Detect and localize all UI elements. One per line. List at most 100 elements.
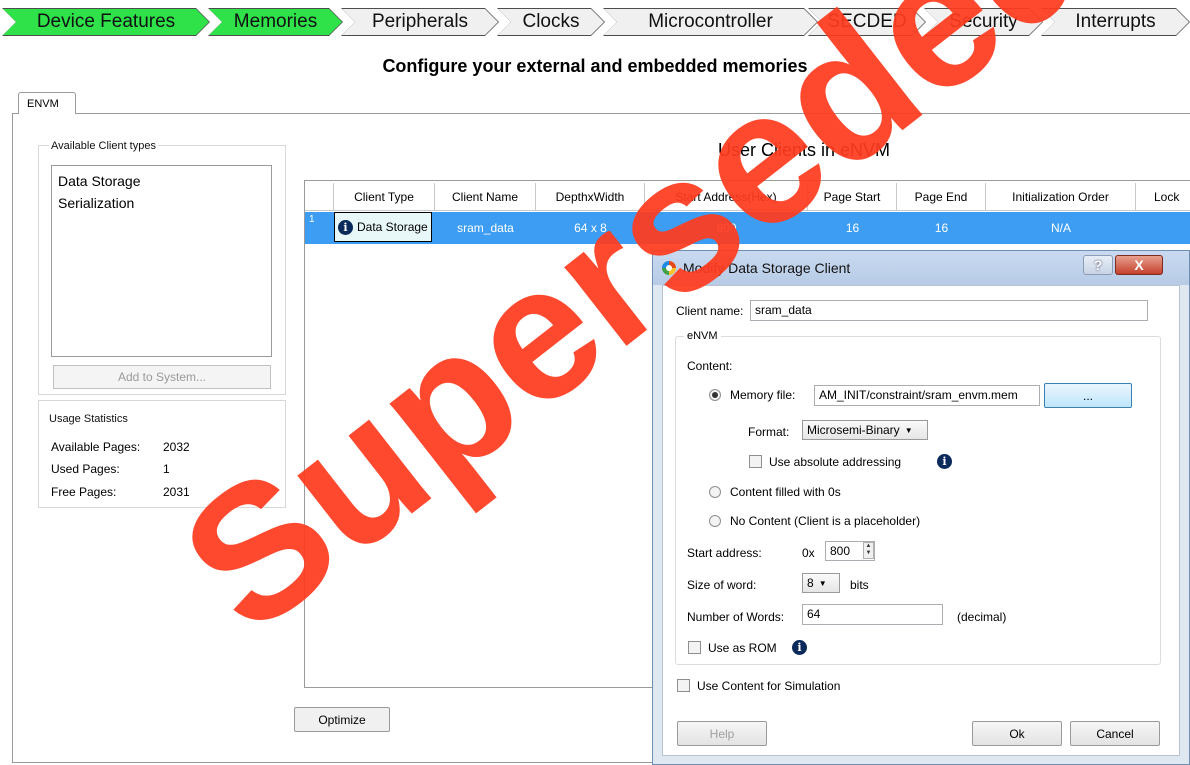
num-words-field[interactable]: 64	[802, 604, 943, 625]
start-address-spinner[interactable]: ▲ ▼	[863, 542, 874, 559]
memory-file-label: Memory file:	[730, 388, 796, 402]
column-header[interactable]: Start Address(Hex)	[645, 183, 808, 211]
dropdown-caret-icon: ▼	[818, 578, 827, 588]
cancel-button[interactable]: Cancel	[1070, 721, 1160, 746]
client-name-cell[interactable]: sram_data	[435, 212, 536, 244]
stat-value: 1	[163, 462, 170, 476]
close-button[interactable]: X	[1115, 255, 1163, 275]
word-size-label: Size of word:	[687, 578, 757, 592]
start-address-cell[interactable]: 800	[645, 212, 808, 244]
client-type-item[interactable]: Data Storage	[58, 170, 265, 192]
tab-envm[interactable]: ENVM	[18, 92, 76, 114]
add-to-system-button[interactable]: Add to System...	[53, 365, 271, 389]
word-size-select[interactable]: 8 ▼	[802, 573, 840, 593]
step-label: Peripherals	[342, 9, 498, 35]
ok-button[interactable]: Ok	[972, 721, 1062, 746]
step-label: Interrupts	[1042, 9, 1189, 35]
step-interrupts[interactable]: Interrupts	[1041, 8, 1190, 36]
page-start-cell[interactable]: 16	[808, 212, 897, 244]
info-icon: i	[338, 219, 353, 235]
step-label: Clocks	[498, 9, 604, 35]
stat-label: Used Pages:	[51, 462, 120, 476]
client-type-list[interactable]: Data Storage Serialization	[51, 165, 272, 357]
no-content-radio[interactable]	[709, 515, 721, 527]
word-size-unit: bits	[850, 578, 869, 592]
step-microcontroller[interactable]: Microcontroller	[603, 8, 818, 36]
column-header[interactable]: Initialization Order	[986, 183, 1136, 211]
table-corner	[305, 183, 334, 211]
step-label: SECDED	[809, 9, 925, 35]
dialog-title: Modify Data Storage Client	[683, 260, 851, 276]
step-device-features[interactable]: Device Features	[2, 8, 210, 36]
available-clients-title: Available Client types	[49, 140, 158, 152]
step-label: Device Features	[3, 9, 209, 35]
memory-file-field[interactable]: AM_INIT/constraint/sram_envm.mem	[814, 385, 1040, 406]
column-header[interactable]: DepthxWidth	[536, 183, 645, 211]
usage-statistics-title: Usage Statistics	[49, 413, 128, 425]
absolute-addressing-checkbox[interactable]	[749, 455, 762, 468]
format-label: Format:	[748, 425, 790, 439]
client-type-cell[interactable]: i Data Storage	[334, 212, 432, 242]
use-as-rom-checkbox[interactable]	[688, 641, 701, 654]
step-security[interactable]: Security	[924, 8, 1043, 36]
format-select[interactable]: Microsemi-Binary ▼	[802, 420, 928, 440]
zeros-label: Content filled with 0s	[730, 485, 841, 499]
stat-used-pages: Used Pages: 1	[51, 462, 170, 476]
info-icon[interactable]: i	[937, 454, 952, 469]
start-address-label: Start address:	[687, 546, 762, 560]
stat-label: Available Pages:	[51, 440, 141, 454]
step-memories[interactable]: Memories	[208, 8, 343, 36]
absolute-addressing-label: Use absolute addressing	[769, 455, 902, 469]
num-words-label: Number of Words:	[687, 610, 785, 624]
content-label: Content:	[687, 359, 733, 373]
simulation-checkbox[interactable]	[677, 679, 690, 692]
envm-group-title: eNVM	[684, 330, 721, 342]
step-clocks[interactable]: Clocks	[497, 8, 605, 36]
client-name-field[interactable]: sram_data	[750, 300, 1148, 321]
step-peripherals[interactable]: Peripherals	[341, 8, 499, 36]
zeros-radio[interactable]	[709, 486, 721, 498]
optimize-button[interactable]: Optimize	[294, 707, 390, 732]
no-content-label: No Content (Client is a placeholder)	[730, 514, 921, 528]
browse-button[interactable]: ...	[1044, 383, 1132, 408]
page-title: Configure your external and embedded mem…	[382, 56, 808, 76]
depth-width-cell[interactable]: 64 x 8	[536, 212, 645, 244]
page-end-cell[interactable]: 16	[897, 212, 986, 244]
stat-available-pages: Available Pages: 2032	[51, 440, 190, 454]
use-as-rom-label: Use as ROM	[708, 641, 777, 655]
num-words-unit: (decimal)	[957, 610, 1007, 624]
column-header[interactable]: Lock	[1136, 183, 1190, 211]
word-size-value: 8	[807, 576, 814, 590]
row-number: 1	[309, 214, 315, 225]
memory-file-radio[interactable]	[709, 389, 721, 401]
stat-free-pages: Free Pages: 2031	[51, 485, 190, 499]
help-button[interactable]: Help	[677, 721, 767, 746]
wizard-steps: Device Features Memories Peripherals Clo…	[0, 8, 1190, 38]
help-icon-button[interactable]: ?	[1083, 255, 1113, 275]
spin-down-icon: ▼	[865, 550, 872, 556]
column-header[interactable]: Page Start	[808, 183, 897, 211]
info-icon[interactable]: i	[792, 640, 807, 655]
spin-up-icon: ▲	[865, 543, 872, 549]
stat-label: Free Pages:	[51, 485, 117, 499]
init-order-cell[interactable]: N/A	[986, 212, 1136, 244]
start-address-prefix: 0x	[802, 546, 815, 560]
step-secded[interactable]: SECDED	[808, 8, 926, 36]
client-type-item[interactable]: Serialization	[58, 192, 265, 214]
format-value: Microsemi-Binary	[807, 423, 900, 437]
stat-value: 2032	[163, 440, 190, 454]
user-clients-title: User Clients in eNVM	[718, 140, 891, 160]
step-label: Memories	[209, 9, 342, 35]
client-type-value: Data Storage	[357, 220, 428, 234]
column-header[interactable]: Page End	[897, 183, 986, 211]
step-label: Microcontroller	[604, 9, 817, 35]
dropdown-caret-icon: ▼	[904, 425, 913, 435]
step-label: Security	[925, 9, 1042, 35]
client-name-label: Client name:	[676, 304, 744, 318]
column-header[interactable]: Client Name	[435, 183, 536, 211]
app-logo-icon	[662, 261, 676, 275]
stat-value: 2031	[163, 485, 190, 499]
dialog-titlebar[interactable]: Modify Data Storage Client ? X	[653, 251, 1189, 285]
column-header[interactable]: Client Type	[334, 183, 435, 211]
simulation-label: Use Content for Simulation	[697, 679, 841, 693]
